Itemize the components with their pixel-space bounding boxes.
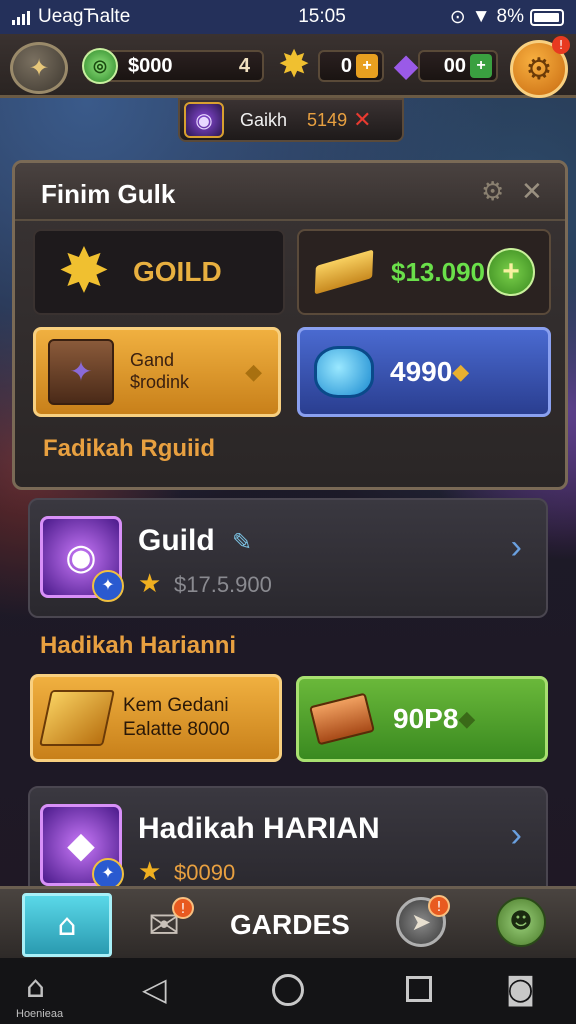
notice-close-button[interactable]: ✕ xyxy=(353,108,371,133)
mail-badge: ! xyxy=(172,897,194,919)
card-title: Guild xyxy=(138,524,215,557)
house-icon[interactable]: ⌂ xyxy=(26,970,45,1005)
home-label: Hoenieaa xyxy=(16,1008,64,1020)
scroll-line2: Ealatte 8000 xyxy=(123,719,230,740)
cash-icon: ◎ xyxy=(82,48,118,84)
face-icon: ☻ xyxy=(509,909,533,934)
chest-icon: ✦ xyxy=(48,339,114,405)
chevron-right-icon[interactable]: › xyxy=(511,528,522,567)
recents-icon[interactable] xyxy=(406,976,432,1002)
blue-gem-icon: ◆ xyxy=(452,359,470,384)
gear-icon: ⚙ xyxy=(525,51,553,87)
notice-value: 5149 xyxy=(307,109,348,130)
gold-label: GOILD xyxy=(133,256,222,287)
guild-panel: Finim Gulk ⚙ ✕ ✸ GOILD $13.090 + ✦ Gand … xyxy=(12,160,568,490)
nav-home-button[interactable]: ⌂ xyxy=(22,893,112,957)
gem-counter[interactable]: 00 + xyxy=(418,50,498,82)
camera-icon[interactable]: ◙ xyxy=(506,972,535,1007)
signal-bars-icon xyxy=(12,9,30,25)
scroll-line1: Kem Gedani xyxy=(123,695,229,717)
chevron-right-icon[interactable]: › xyxy=(511,816,522,855)
battery-icon xyxy=(530,8,564,26)
gold-bar-icon xyxy=(314,249,374,295)
gold-bar-tile[interactable]: $13.090 + xyxy=(297,229,551,315)
cash-counter[interactable]: ◎ $000 4 xyxy=(82,48,264,84)
green-tile[interactable]: 90P8 ◆ xyxy=(296,676,548,762)
notice-label: Gaikh xyxy=(240,109,288,130)
bottom-nav: ⌂ ✉ ! GARDES ➤ ! ☻ xyxy=(0,886,576,958)
home-circle-icon[interactable] xyxy=(272,974,304,1006)
home-icon: ⌂ xyxy=(57,907,77,943)
battery-percent: 8% xyxy=(496,6,524,27)
back-icon[interactable]: ◁ xyxy=(142,970,167,1008)
cash-add-label: 4 xyxy=(238,54,250,77)
gold-badge-icon: ✸ xyxy=(58,237,110,306)
cash-value: $000 xyxy=(128,54,173,77)
gold-counter[interactable]: 0 + xyxy=(318,50,384,82)
gold-bar-value: $13.090 xyxy=(391,256,485,287)
panel-subtitle: Fadikah Rguiid xyxy=(43,435,216,462)
gem-value: 00 xyxy=(443,54,466,77)
card-value: $0090 xyxy=(174,860,236,885)
status-bar: UeagЋalte 15:05 ⊙ ▼ 8% xyxy=(0,0,576,34)
card-title: Hadikah HARIAN xyxy=(138,812,380,845)
panel-close-icon[interactable]: ✕ xyxy=(521,177,543,207)
notification-strip[interactable]: ◉ Gaikh 5149 ✕ xyxy=(178,98,404,142)
portal-icon: ◉ xyxy=(184,102,224,138)
blue-value: 4990 xyxy=(390,356,453,387)
chest-tile[interactable]: ✦ Gand $rodink ◆ xyxy=(33,327,281,417)
list-item-harian[interactable]: ◆ ✦ Hadikah HARIAN ★ $0090 › xyxy=(28,786,548,896)
green-gem-icon: ◆ xyxy=(458,706,476,731)
gold-star-icon: ✸ xyxy=(278,42,310,86)
ingot-icon xyxy=(309,692,375,746)
list-item-guild[interactable]: ◉ ✦ Guild ✎ ★ $17.5.900 › xyxy=(28,498,548,618)
ring-icon xyxy=(314,346,374,398)
system-nav-bar: ⌂ Hoenieaa ◁ ◙ xyxy=(0,958,576,1024)
gem-add-button[interactable]: + xyxy=(470,54,492,78)
compass-badge: ! xyxy=(428,895,450,917)
top-hud: ✦ ◎ $000 4 ✸ 0 + ◆ 00 + ⚙ ! xyxy=(0,34,576,98)
alarm-icon: ⊙ xyxy=(449,6,466,28)
scroll-tile[interactable]: Kem Gedani Ealatte 8000 xyxy=(30,674,282,762)
scroll-icon xyxy=(39,690,115,746)
star-icon: ★ xyxy=(138,856,162,886)
gold-tile[interactable]: ✸ GOILD xyxy=(33,229,285,315)
nav-label[interactable]: GARDES xyxy=(230,909,350,941)
gold-add-button[interactable]: + xyxy=(356,54,378,78)
star-icon: ★ xyxy=(138,568,162,598)
green-value: 90P8 xyxy=(393,703,459,734)
chest-gem-icon: ◆ xyxy=(245,359,262,384)
guild-badge-icon: ✦ xyxy=(92,570,124,602)
map-icon: ✦ xyxy=(28,54,50,82)
section-title: Hadikah Harianni xyxy=(40,632,237,659)
edit-icon[interactable]: ✎ xyxy=(232,528,252,557)
carrier-label: UeagЋalte xyxy=(38,6,131,27)
panel-settings-icon[interactable]: ⚙ xyxy=(481,177,504,207)
panel-title: Finim Gulk xyxy=(41,179,176,209)
nav-profile-button[interactable]: ☻ xyxy=(496,897,546,947)
chest-line2: $rodink xyxy=(130,372,190,392)
settings-badge: ! xyxy=(552,36,570,54)
profile-button[interactable]: ✦ xyxy=(10,42,68,94)
panel-header: Finim Gulk ⚙ ✕ xyxy=(15,163,565,221)
gold-value: 0 xyxy=(340,54,352,77)
wifi-icon: ▼ xyxy=(471,6,491,27)
chest-line1: Gand xyxy=(130,350,175,371)
card-value: $17.5.900 xyxy=(174,572,272,597)
compass-icon: ➤ xyxy=(410,908,432,936)
add-gold-button[interactable]: + xyxy=(487,248,535,296)
clock: 15:05 xyxy=(298,6,346,27)
blue-tile[interactable]: 4990 ◆ xyxy=(297,327,551,417)
